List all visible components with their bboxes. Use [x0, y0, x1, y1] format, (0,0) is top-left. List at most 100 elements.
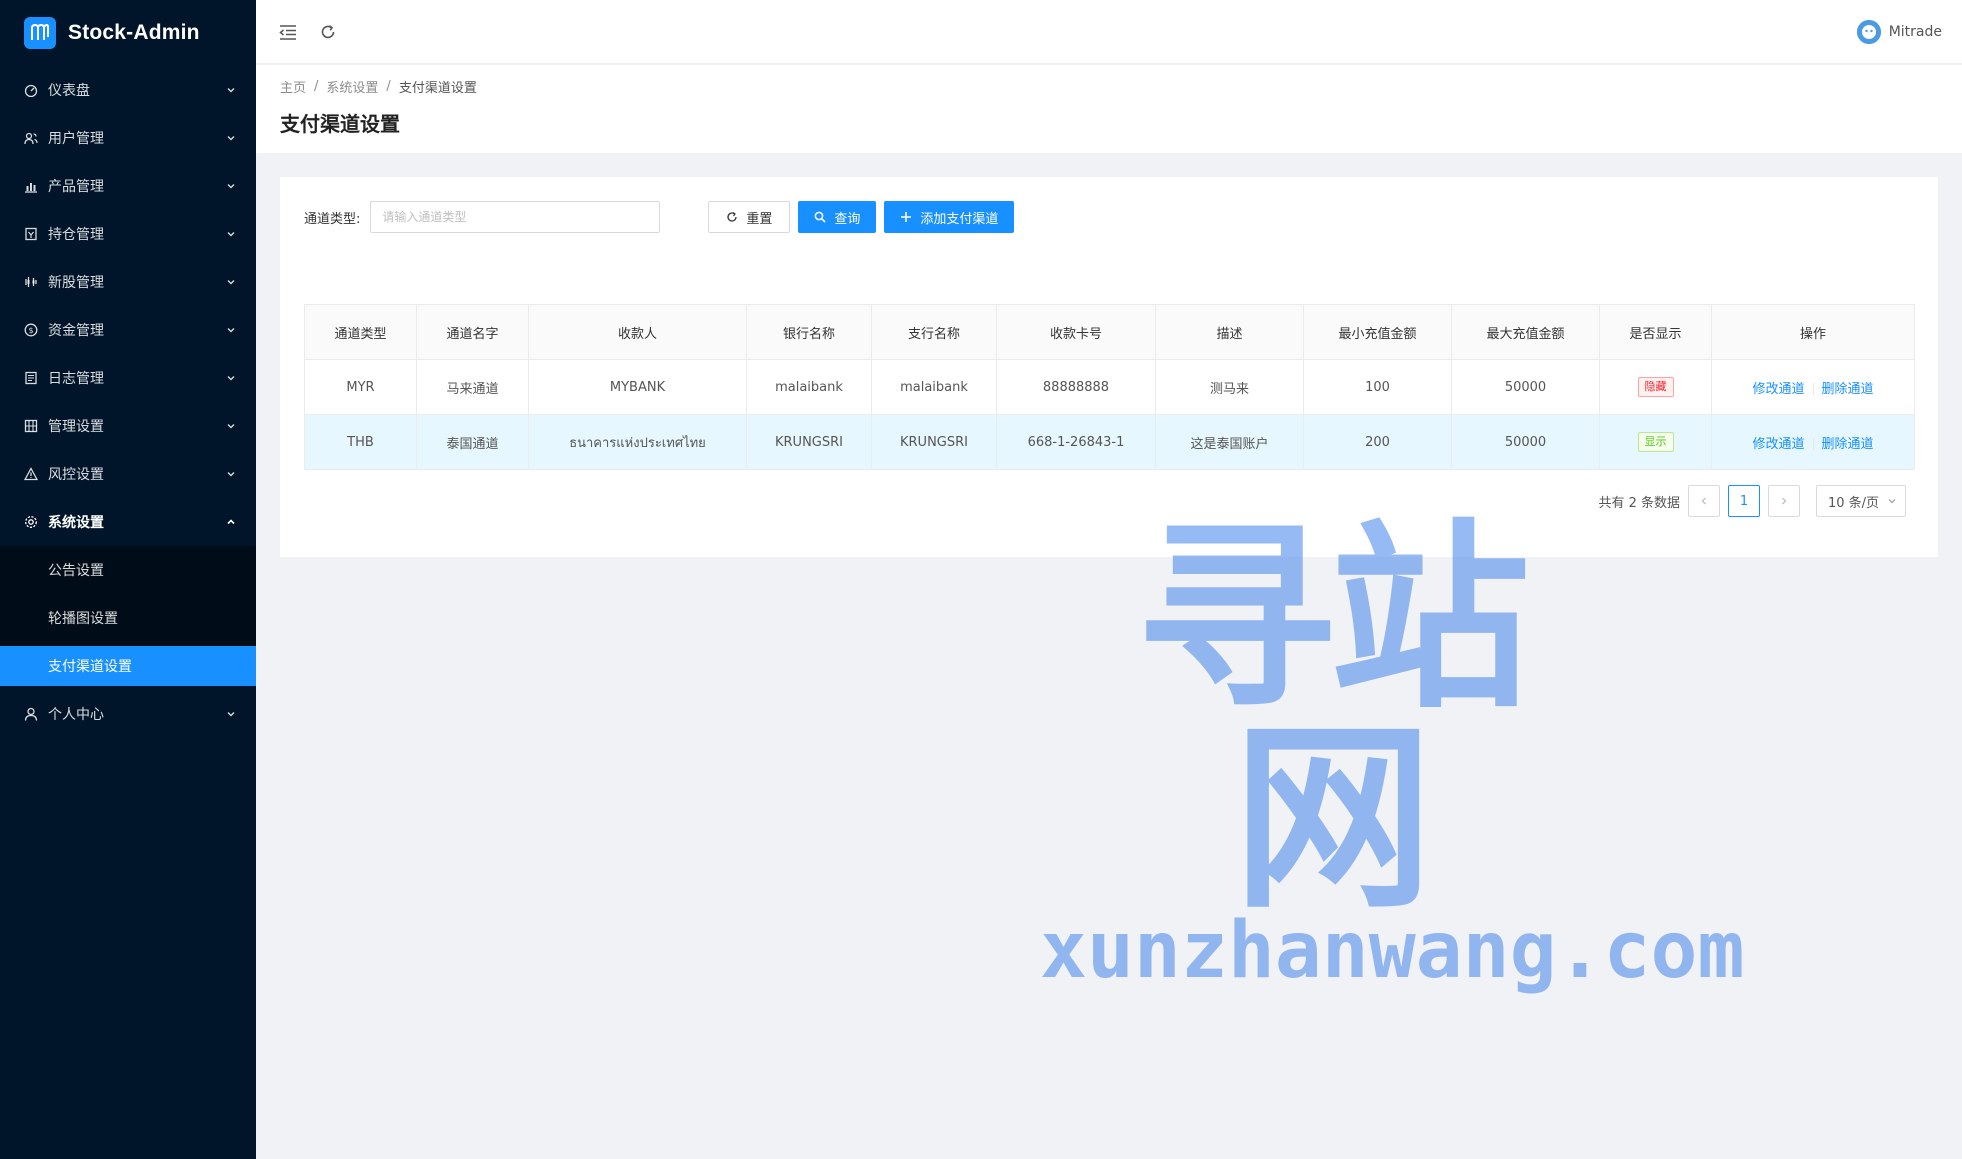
cell-type: THB [304, 414, 417, 470]
column-header: 银行名称 [746, 304, 872, 360]
chevron-down-icon [226, 181, 236, 191]
pagination: 共有 2 条数据 1 10 条/页 [1598, 485, 1906, 517]
cell-desc: 这是泰国账户 [1155, 414, 1304, 470]
sidebar-item-funds[interactable]: $ 资金管理 [0, 306, 256, 354]
money-icon: $ [24, 323, 38, 337]
user-menu[interactable]: Mitrade [1856, 19, 1942, 44]
logo[interactable]: Stock-Admin [0, 0, 256, 66]
search-icon [814, 211, 826, 223]
sidebar-item-label: 资金管理 [48, 323, 104, 339]
table-row: MYR 马来通道 MYBANK malaibank malaibank 8888… [304, 359, 1915, 415]
refresh-icon[interactable] [316, 20, 340, 44]
prev-page-button[interactable] [1688, 485, 1720, 517]
filter-bar: 通道类型: 重置 查询 添加支付渠道 [304, 201, 1914, 233]
column-header: 通道名字 [416, 304, 529, 360]
column-header: 最小充值金额 [1303, 304, 1452, 360]
chevron-up-icon [226, 517, 236, 527]
column-header: 最大充值金额 [1451, 304, 1600, 360]
sidebar-item-positions[interactable]: 持仓管理 [0, 210, 256, 258]
logo-icon [24, 17, 56, 49]
chart-icon [24, 179, 38, 193]
table-header-row: 通道类型 通道名字 收款人 银行名称 支行名称 收款卡号 描述 最小充值金额 最… [304, 304, 1915, 360]
watermark: 寻站网 xunzhanwang.com [1040, 503, 1745, 997]
breadcrumb: 主页 / 系统设置 / 支付渠道设置 [280, 77, 477, 96]
watermark-url: xunzhanwang.com [1040, 906, 1745, 996]
gear-icon [24, 515, 38, 529]
reset-button[interactable]: 重置 [708, 201, 791, 233]
cell-payee: MYBANK [528, 359, 747, 415]
cell-max: 50000 [1451, 414, 1600, 470]
delete-channel-link[interactable]: 删除通道 [1822, 382, 1874, 397]
user-icon [24, 707, 38, 721]
cell-card: 668-1-26843-1 [996, 414, 1156, 470]
sidebar-item-label: 管理设置 [48, 419, 104, 435]
ipo-icon [24, 275, 38, 289]
column-header: 描述 [1155, 304, 1304, 360]
sidebar-item-label: 持仓管理 [48, 227, 104, 243]
sidebar-item-logs[interactable]: 日志管理 [0, 354, 256, 402]
cell-visible: 隐藏 [1599, 359, 1712, 415]
column-header: 操作 [1711, 304, 1915, 360]
delete-channel-link[interactable]: 删除通道 [1822, 437, 1874, 452]
column-header: 收款人 [528, 304, 747, 360]
sidebar-item-carousel[interactable]: 轮播图设置 [0, 594, 256, 642]
cell-max: 50000 [1451, 359, 1600, 415]
chevron-down-icon [226, 373, 236, 383]
sidebar-item-products[interactable]: 产品管理 [0, 162, 256, 210]
edit-channel-link[interactable]: 修改通道 [1752, 437, 1804, 452]
plus-icon [900, 211, 912, 223]
watermark-title: 寻站网 [1135, 503, 1530, 936]
search-button[interactable]: 查询 [798, 201, 877, 233]
cell-branch: KRUNGSRI [871, 414, 997, 470]
sidebar-item-risk[interactable]: 风控设置 [0, 450, 256, 498]
channel-type-label: 通道类型: [304, 211, 361, 227]
add-channel-button[interactable]: 添加支付渠道 [884, 201, 1015, 233]
breadcrumb-home[interactable]: 主页 [280, 77, 306, 96]
sidebar-item-system[interactable]: 系统设置 [0, 498, 256, 546]
sidebar-item-label: 个人中心 [48, 707, 104, 723]
chevron-down-icon [226, 229, 236, 239]
system-submenu: 公告设置 轮播图设置 支付渠道设置 [0, 546, 256, 686]
username: Mitrade [1888, 23, 1942, 40]
sidebar-item-users[interactable]: 用户管理 [0, 114, 256, 162]
breadcrumb-system[interactable]: 系统设置 [326, 77, 378, 96]
sidebar-item-admin[interactable]: 管理设置 [0, 402, 256, 450]
sidebar-item-announcement[interactable]: 公告设置 [0, 546, 256, 594]
chevron-down-icon [226, 421, 236, 431]
content-card: 通道类型: 重置 查询 添加支付渠道 通道类型 通道名字 收款人 银行名称 支行… [280, 177, 1938, 557]
sidebar-item-profile[interactable]: 个人中心 [0, 690, 256, 738]
column-header: 收款卡号 [996, 304, 1156, 360]
sidebar-item-label: 用户管理 [48, 131, 104, 147]
sidebar-item-label: 风控设置 [48, 467, 104, 483]
sidebar-item-label: 产品管理 [48, 179, 104, 195]
table-row: THB 泰国通道 ธนาคารแห่งประเทศไทย KRUNGSRI KR… [304, 414, 1915, 470]
sidebar-item-ipo[interactable]: 新股管理 [0, 258, 256, 306]
edit-channel-link[interactable]: 修改通道 [1752, 382, 1804, 397]
chevron-down-icon [226, 469, 236, 479]
page-button[interactable]: 1 [1728, 485, 1760, 517]
cell-payee: ธนาคารแห่งประเทศไทย [528, 414, 747, 470]
dashboard-icon [24, 83, 38, 97]
chevron-down-icon [226, 709, 236, 719]
warning-icon [24, 467, 38, 481]
next-page-button[interactable] [1768, 485, 1800, 517]
sidebar-item-label: 系统设置 [48, 515, 104, 531]
chevron-down-icon [1888, 499, 1896, 504]
sidebar-item-label: 日志管理 [48, 371, 104, 387]
page-size-select[interactable]: 10 条/页 [1816, 485, 1906, 517]
status-badge: 显示 [1637, 432, 1674, 452]
column-header: 是否显示 [1599, 304, 1712, 360]
cell-type: MYR [304, 359, 417, 415]
cell-min: 100 [1303, 359, 1452, 415]
cell-bank: malaibank [746, 359, 872, 415]
chevron-right-icon [1782, 497, 1787, 505]
payment-channel-table: 通道类型 通道名字 收款人 银行名称 支行名称 收款卡号 描述 最小充值金额 最… [304, 304, 1915, 470]
chevron-down-icon [226, 85, 236, 95]
channel-type-input[interactable] [370, 201, 661, 233]
sidebar-item-payment-channel[interactable]: 支付渠道设置 [0, 646, 256, 686]
status-badge: 隐藏 [1637, 377, 1674, 397]
menu-fold-icon[interactable] [276, 20, 300, 44]
column-header: 支行名称 [871, 304, 997, 360]
sidebar-item-dashboard[interactable]: 仪表盘 [0, 66, 256, 114]
cell-branch: malaibank [871, 359, 997, 415]
